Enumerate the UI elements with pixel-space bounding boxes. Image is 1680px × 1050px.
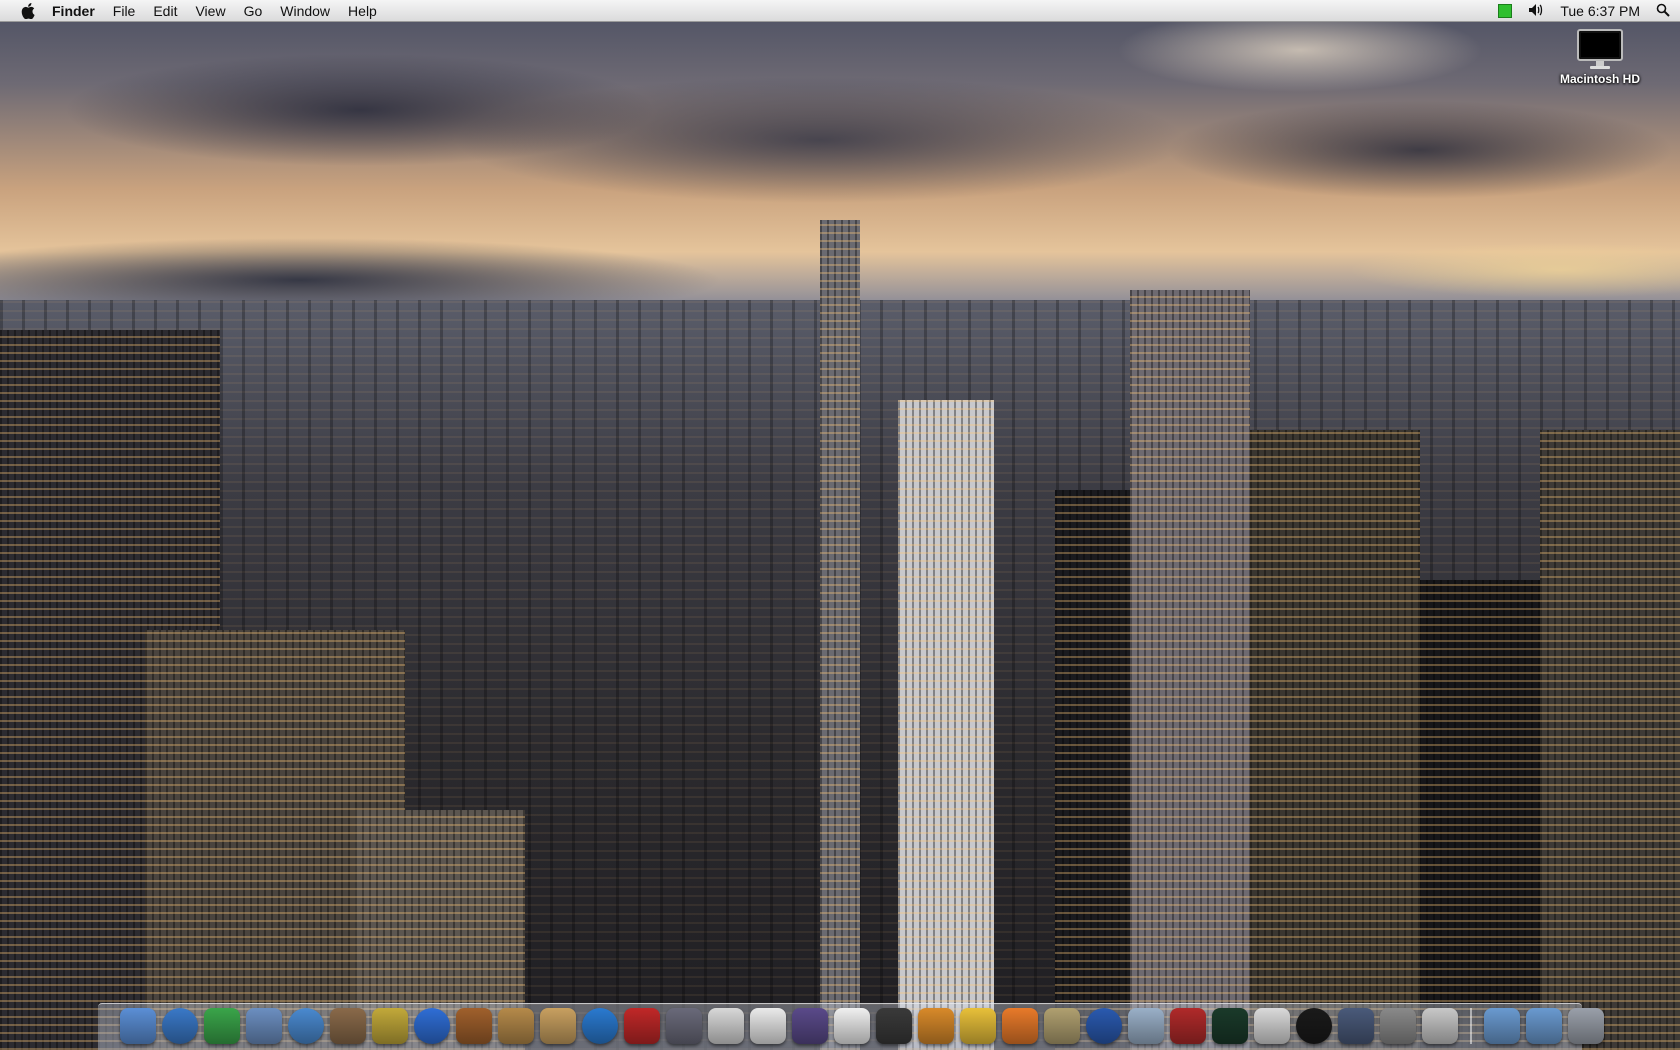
idvd-icon[interactable] bbox=[414, 1008, 450, 1044]
battery-icon[interactable] bbox=[1498, 4, 1513, 18]
google-earth-icon[interactable] bbox=[1086, 1008, 1122, 1044]
script-icon[interactable] bbox=[1422, 1008, 1458, 1044]
desktop-icon-macintosh-hd[interactable]: Macintosh HD bbox=[1545, 28, 1655, 86]
wallpaper-tower bbox=[898, 400, 994, 1050]
dashboard-icon[interactable] bbox=[1296, 1008, 1332, 1044]
coffee-icon[interactable] bbox=[834, 1008, 870, 1044]
system-profiler-icon[interactable] bbox=[1128, 1008, 1164, 1044]
mail-stamp-icon[interactable] bbox=[246, 1008, 282, 1044]
apple-icon[interactable] bbox=[18, 0, 38, 22]
volume-icon[interactable] bbox=[1528, 3, 1544, 20]
menu-view[interactable]: View bbox=[195, 3, 225, 19]
finder-icon[interactable] bbox=[120, 1008, 156, 1044]
desktop-icon-label: Macintosh HD bbox=[1559, 72, 1640, 86]
imovie-icon[interactable] bbox=[372, 1008, 408, 1044]
ichat-icon[interactable] bbox=[204, 1008, 240, 1044]
iphoto-icon[interactable] bbox=[330, 1008, 366, 1044]
menu-edit[interactable]: Edit bbox=[153, 3, 177, 19]
wallpaper-tower bbox=[820, 220, 860, 1050]
umbrella-icon[interactable] bbox=[1002, 1008, 1038, 1044]
expose-icon[interactable] bbox=[1338, 1008, 1374, 1044]
photo-booth-icon[interactable] bbox=[624, 1008, 660, 1044]
cocktail-icon[interactable] bbox=[918, 1008, 954, 1044]
activity-monitor-icon[interactable] bbox=[1212, 1008, 1248, 1044]
menu-extras: Tue 6:37 PM bbox=[1498, 0, 1670, 22]
downloads-folder-icon[interactable] bbox=[1526, 1008, 1562, 1044]
dock-icons bbox=[120, 1008, 1604, 1044]
menu-app-name[interactable]: Finder bbox=[52, 3, 95, 19]
menubar-clock[interactable]: Tue 6:37 PM bbox=[1560, 3, 1640, 19]
menu-bar: Finder File Edit View Go Window Help Tue… bbox=[0, 0, 1680, 22]
textedit-icon[interactable] bbox=[750, 1008, 786, 1044]
system-preferences-icon[interactable] bbox=[1380, 1008, 1416, 1044]
wallpaper-tower bbox=[1130, 290, 1250, 1050]
itunes-icon[interactable] bbox=[288, 1008, 324, 1044]
menu-go[interactable]: Go bbox=[244, 3, 263, 19]
cog-icon[interactable] bbox=[1044, 1008, 1080, 1044]
menu-window[interactable]: Window bbox=[280, 3, 330, 19]
hairdryer-icon[interactable] bbox=[960, 1008, 996, 1044]
wallpaper-tower bbox=[1250, 430, 1420, 1050]
menu-file[interactable]: File bbox=[113, 3, 136, 19]
automator-icon[interactable] bbox=[666, 1008, 702, 1044]
desktop-wallpaper bbox=[0, 0, 1680, 1050]
printer-icon[interactable] bbox=[1254, 1008, 1290, 1044]
trash-icon[interactable] bbox=[1568, 1008, 1604, 1044]
dock-separator bbox=[1470, 1008, 1472, 1044]
front-row-icon[interactable] bbox=[792, 1008, 828, 1044]
menu-help[interactable]: Help bbox=[348, 3, 377, 19]
ical-icon[interactable] bbox=[708, 1008, 744, 1044]
terminal-icon[interactable] bbox=[876, 1008, 912, 1044]
dictionary-icon[interactable] bbox=[1170, 1008, 1206, 1044]
applications-folder-icon[interactable] bbox=[1484, 1008, 1520, 1044]
address-book-icon[interactable] bbox=[540, 1008, 576, 1044]
wallpaper-tower bbox=[1540, 430, 1680, 1050]
hard-drive-icon bbox=[1576, 28, 1624, 69]
quicktime-icon[interactable] bbox=[582, 1008, 618, 1044]
garageband-icon[interactable] bbox=[456, 1008, 492, 1044]
spotlight-icon[interactable] bbox=[1656, 3, 1670, 20]
preview-icon[interactable] bbox=[498, 1008, 534, 1044]
safari-icon[interactable] bbox=[162, 1008, 198, 1044]
